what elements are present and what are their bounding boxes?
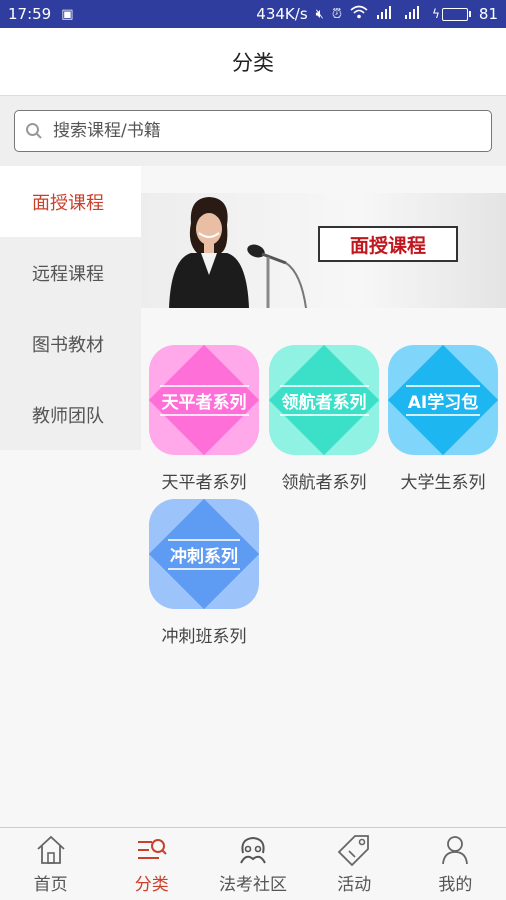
course-badge: AI学习包 — [405, 384, 481, 416]
sidebar-item-label: 远程课程 — [32, 263, 104, 285]
signal-icon-2 — [404, 5, 424, 23]
status-bar: 17:59 ▣ 434K/s 🔇︎ ⏰︎ ϟ 81 — [0, 0, 506, 28]
microphone-image — [247, 244, 307, 308]
course-label: 天平者系列 — [161, 473, 247, 493]
page-title: 分类 — [232, 50, 274, 75]
nav-community[interactable]: 法考社区 — [202, 828, 303, 900]
nav-label: 活动 — [337, 875, 372, 895]
search-area — [0, 96, 506, 166]
course-series-icon: 天平者系列 — [149, 345, 259, 455]
alarm-icon: ⏰︎ — [331, 6, 342, 22]
battery-icon: ϟ — [432, 7, 471, 21]
nav-category[interactable]: 分类 — [101, 828, 202, 900]
search-box[interactable] — [14, 110, 492, 152]
course-badge: 冲刺系列 — [168, 538, 240, 570]
search-input[interactable] — [53, 121, 473, 141]
community-icon — [240, 836, 266, 864]
battery-level: 81 — [478, 5, 498, 23]
course-label: 冲刺班系列 — [161, 627, 247, 647]
nav-label: 首页 — [33, 875, 68, 895]
category-sidebar: 面授课程 远程课程 图书教材 教师团队 — [0, 166, 141, 450]
search-icon — [26, 123, 42, 139]
sidebar-item-remote[interactable]: 远程课程 — [0, 237, 141, 308]
home-icon — [36, 835, 65, 864]
category-search-icon — [137, 839, 167, 859]
speaker-image — [169, 197, 249, 308]
app-header: 分类 — [0, 28, 506, 96]
course-label: 大学生系列 — [400, 473, 486, 493]
course-tile[interactable]: 天平者系列 天平者系列 — [141, 345, 260, 495]
notification-icon: ▣ — [61, 6, 74, 22]
banner-sign: 面授课程 — [318, 226, 458, 262]
sidebar-item-label: 面授课程 — [32, 192, 104, 214]
sidebar-item-teachers[interactable]: 教师团队 — [0, 379, 141, 450]
status-time: 17:59 — [8, 5, 52, 23]
sidebar-item-books[interactable]: 图书教材 — [0, 308, 141, 379]
course-tile[interactable]: 领航者系列 领航者系列 — [261, 345, 380, 495]
course-tile[interactable]: AI学习包 大学生系列 — [380, 345, 499, 495]
nav-activity[interactable]: 活动 — [304, 828, 405, 900]
course-series-icon: AI学习包 — [388, 345, 498, 455]
bottom-nav: 首页 分类 法考社区 活动 我的 — [0, 827, 506, 900]
wifi-icon — [350, 5, 368, 23]
category-banner[interactable]: 面授课程 — [141, 193, 506, 308]
profile-icon — [442, 836, 469, 865]
course-label: 领航者系列 — [281, 473, 367, 493]
signal-icon — [376, 5, 396, 23]
sidebar-item-label: 图书教材 — [32, 334, 104, 356]
course-tile[interactable]: 冲刺系列 冲刺班系列 — [141, 499, 260, 649]
mute-icon: 🔇︎ — [315, 6, 324, 22]
nav-profile[interactable]: 我的 — [405, 828, 506, 900]
course-badge: 天平者系列 — [159, 384, 249, 416]
nav-label: 我的 — [438, 875, 473, 895]
course-badge: 领航者系列 — [279, 384, 369, 416]
network-speed: 434K/s — [256, 5, 308, 23]
course-series-icon: 领航者系列 — [269, 345, 379, 455]
sidebar-item-label: 教师团队 — [32, 405, 104, 427]
tag-icon — [337, 835, 370, 867]
course-series-icon: 冲刺系列 — [149, 499, 259, 609]
nav-home[interactable]: 首页 — [0, 828, 101, 900]
status-right: 434K/s 🔇︎ ⏰︎ ϟ 81 — [256, 5, 498, 23]
sidebar-item-face-to-face[interactable]: 面授课程 — [0, 166, 141, 237]
nav-label: 法考社区 — [219, 875, 287, 895]
nav-label: 分类 — [134, 875, 169, 895]
